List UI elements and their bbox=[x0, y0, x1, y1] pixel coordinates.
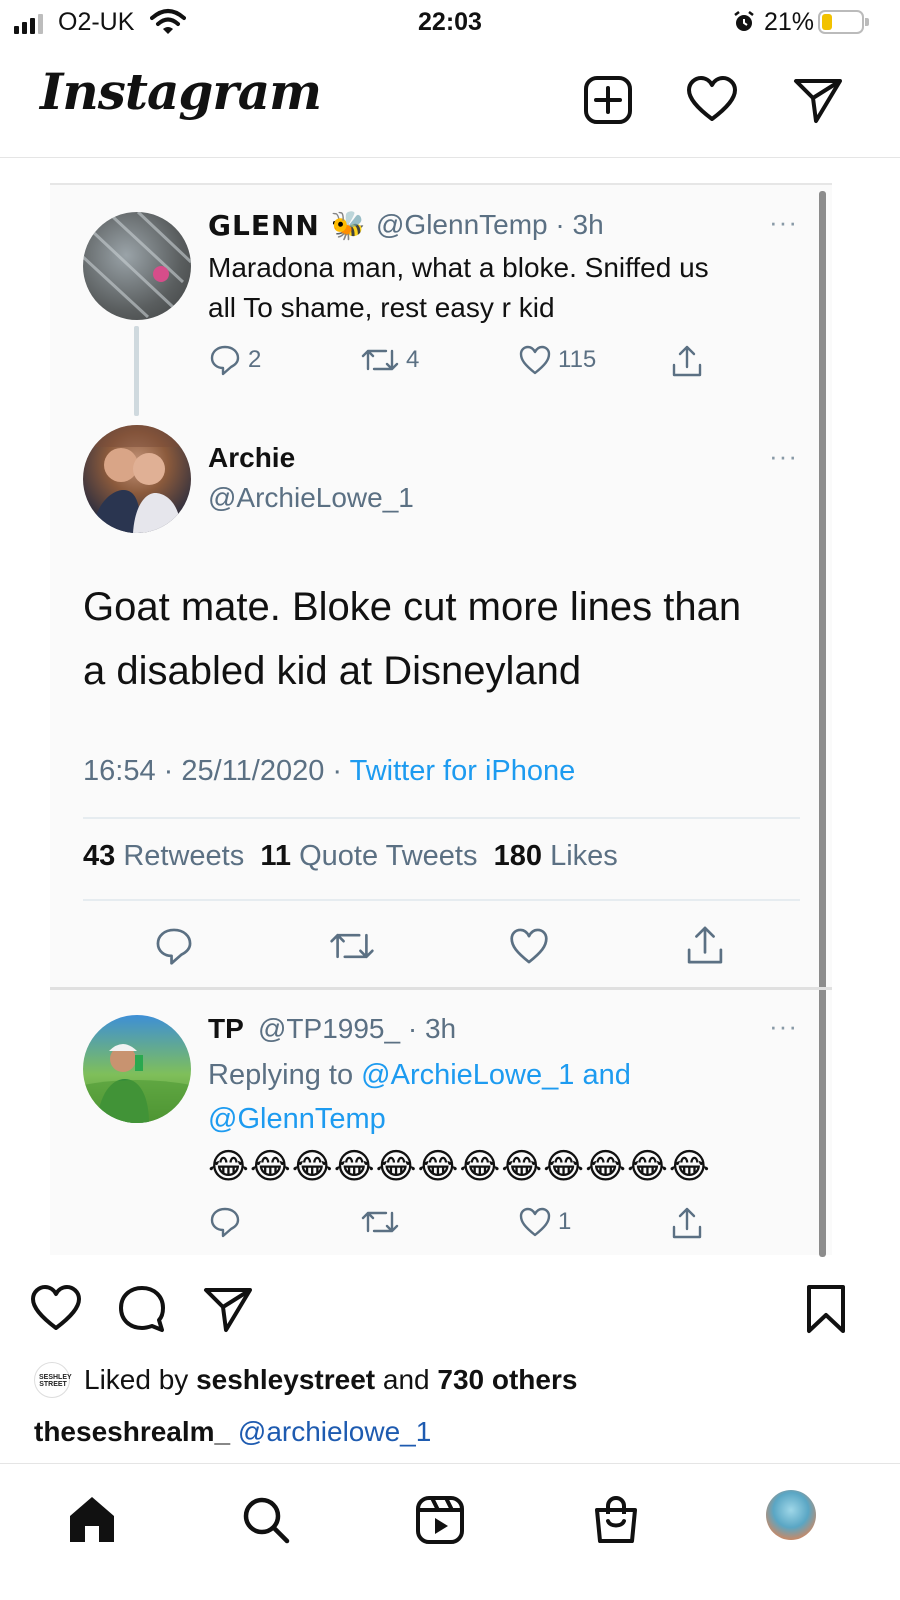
tweet-author-name: TP bbox=[208, 1013, 244, 1044]
avatar bbox=[83, 425, 191, 533]
share-icon bbox=[687, 926, 723, 964]
replying-to: Replying to @ArchieLowe_1 and @GlennTemp bbox=[208, 1059, 631, 1135]
tweet-author-name: GLENN 🐝 bbox=[208, 209, 367, 242]
activity-heart-icon[interactable] bbox=[686, 74, 738, 126]
like-button[interactable]: 115 bbox=[518, 343, 596, 377]
reply-icon bbox=[156, 928, 192, 965]
tweet-author-handle: @ArchieLowe_1 bbox=[208, 482, 414, 513]
section-divider bbox=[50, 987, 832, 990]
caption-username[interactable]: theseshrealm_ bbox=[34, 1416, 230, 1447]
reply-icon bbox=[210, 345, 240, 376]
heart-icon bbox=[519, 345, 551, 375]
tweet-main-text: Goat mate. Bloke cut more lines than a d… bbox=[83, 575, 803, 703]
share-button[interactable] bbox=[670, 343, 704, 379]
status-bar: O2-UK 22:03 21% bbox=[0, 0, 900, 44]
more-options-icon[interactable]: ··· bbox=[769, 1011, 798, 1042]
avatar bbox=[83, 212, 191, 320]
retweet-icon bbox=[330, 933, 374, 959]
shop-icon[interactable] bbox=[590, 1494, 642, 1546]
share-icon bbox=[672, 1207, 702, 1239]
search-icon[interactable] bbox=[240, 1494, 292, 1546]
divider bbox=[83, 817, 800, 819]
tweet-timestamp: 16:54 · 25/11/2020 · Twitter for iPhone bbox=[83, 755, 576, 787]
more-options-icon[interactable]: ··· bbox=[769, 441, 798, 472]
like-button[interactable] bbox=[508, 925, 550, 967]
liked-by-avatar: SESHLEY STREET bbox=[34, 1362, 72, 1398]
profile-avatar[interactable] bbox=[766, 1490, 816, 1540]
like-count: 1 bbox=[558, 1208, 572, 1235]
reply-button[interactable]: 2 bbox=[208, 343, 261, 377]
comment-icon[interactable] bbox=[116, 1283, 168, 1335]
tweet-stats: 43 Retweets 11 Quote Tweets 180 Likes bbox=[83, 840, 618, 872]
retweet-button[interactable] bbox=[328, 925, 376, 967]
caption-mention[interactable]: @archielowe_1 bbox=[238, 1416, 431, 1447]
tweet-author-handle: @TP1995_ · 3h bbox=[258, 1013, 457, 1044]
tweet-text-line: all To shame, rest easy r kid bbox=[208, 292, 555, 323]
direct-message-icon[interactable] bbox=[792, 74, 844, 126]
screenshot-scrollbar bbox=[819, 191, 826, 1257]
tweet-author-handle: @GlennTemp · 3h bbox=[376, 209, 604, 240]
tweet-author-name: Archie bbox=[208, 442, 296, 473]
liked-by-user[interactable]: seshleystreet bbox=[196, 1364, 375, 1395]
share-icon bbox=[672, 345, 702, 377]
reply-icon bbox=[210, 1207, 240, 1238]
post-image[interactable]: GLENN 🐝 @GlennTemp · 3h ··· Maradona man… bbox=[50, 183, 832, 1257]
new-post-icon[interactable] bbox=[582, 74, 634, 126]
home-icon[interactable] bbox=[66, 1494, 118, 1546]
tweet-source-link[interactable]: Twitter for iPhone bbox=[350, 755, 576, 787]
heart-icon bbox=[510, 928, 548, 964]
like-button[interactable]: 1 bbox=[518, 1205, 571, 1239]
reply-button[interactable] bbox=[208, 1205, 242, 1239]
retweet-icon bbox=[361, 349, 399, 371]
retweet-icon bbox=[361, 1211, 399, 1233]
retweet-button[interactable]: 4 bbox=[360, 343, 419, 377]
battery-percent: 21% bbox=[764, 8, 815, 36]
share-button[interactable] bbox=[670, 1205, 704, 1241]
bee-emoji: 🐝 bbox=[330, 209, 367, 242]
battery-icon bbox=[818, 10, 869, 34]
tweet-text-line: Goat mate. Bloke cut more lines than bbox=[83, 585, 742, 629]
mention-link[interactable]: @ArchieLowe_1 bbox=[361, 1059, 574, 1091]
heart-icon bbox=[519, 1207, 551, 1237]
more-options-icon[interactable]: ··· bbox=[769, 207, 798, 238]
mention-link[interactable]: @GlennTemp bbox=[208, 1103, 386, 1135]
thread-line bbox=[134, 326, 139, 416]
retweet-count: 4 bbox=[406, 346, 420, 373]
share-post-icon[interactable] bbox=[202, 1283, 254, 1335]
like-count: 115 bbox=[558, 346, 597, 373]
reply-button[interactable] bbox=[153, 925, 195, 967]
avatar bbox=[83, 1015, 191, 1123]
divider bbox=[83, 899, 800, 901]
instagram-logo[interactable]: Instagram bbox=[40, 62, 322, 121]
retweet-button[interactable] bbox=[360, 1205, 400, 1239]
reels-icon[interactable] bbox=[414, 1494, 466, 1546]
liked-by[interactable]: SESHLEY STREET Liked by seshleystreet an… bbox=[34, 1362, 577, 1398]
tweet-emoji-text: 😂😂😂😂😂😂😂😂😂😂😂😂 bbox=[208, 1147, 711, 1186]
like-post-heart-icon[interactable] bbox=[30, 1283, 82, 1335]
liked-by-others[interactable]: 730 others bbox=[437, 1364, 577, 1395]
bottom-nav bbox=[0, 1463, 900, 1600]
alarm-icon bbox=[732, 10, 756, 39]
app-header: Instagram bbox=[0, 44, 900, 158]
save-bookmark-icon[interactable] bbox=[800, 1283, 852, 1335]
tweet-text-line: Maradona man, what a bloke. Sniffed us bbox=[208, 252, 709, 283]
share-button[interactable] bbox=[684, 923, 726, 967]
reply-count: 2 bbox=[248, 346, 262, 373]
post-caption: theseshrealm_ @archielowe_1 bbox=[34, 1416, 431, 1448]
tweet-text-line: a disabled kid at Disneyland bbox=[83, 649, 582, 693]
screenshot-top-edge bbox=[50, 165, 832, 185]
